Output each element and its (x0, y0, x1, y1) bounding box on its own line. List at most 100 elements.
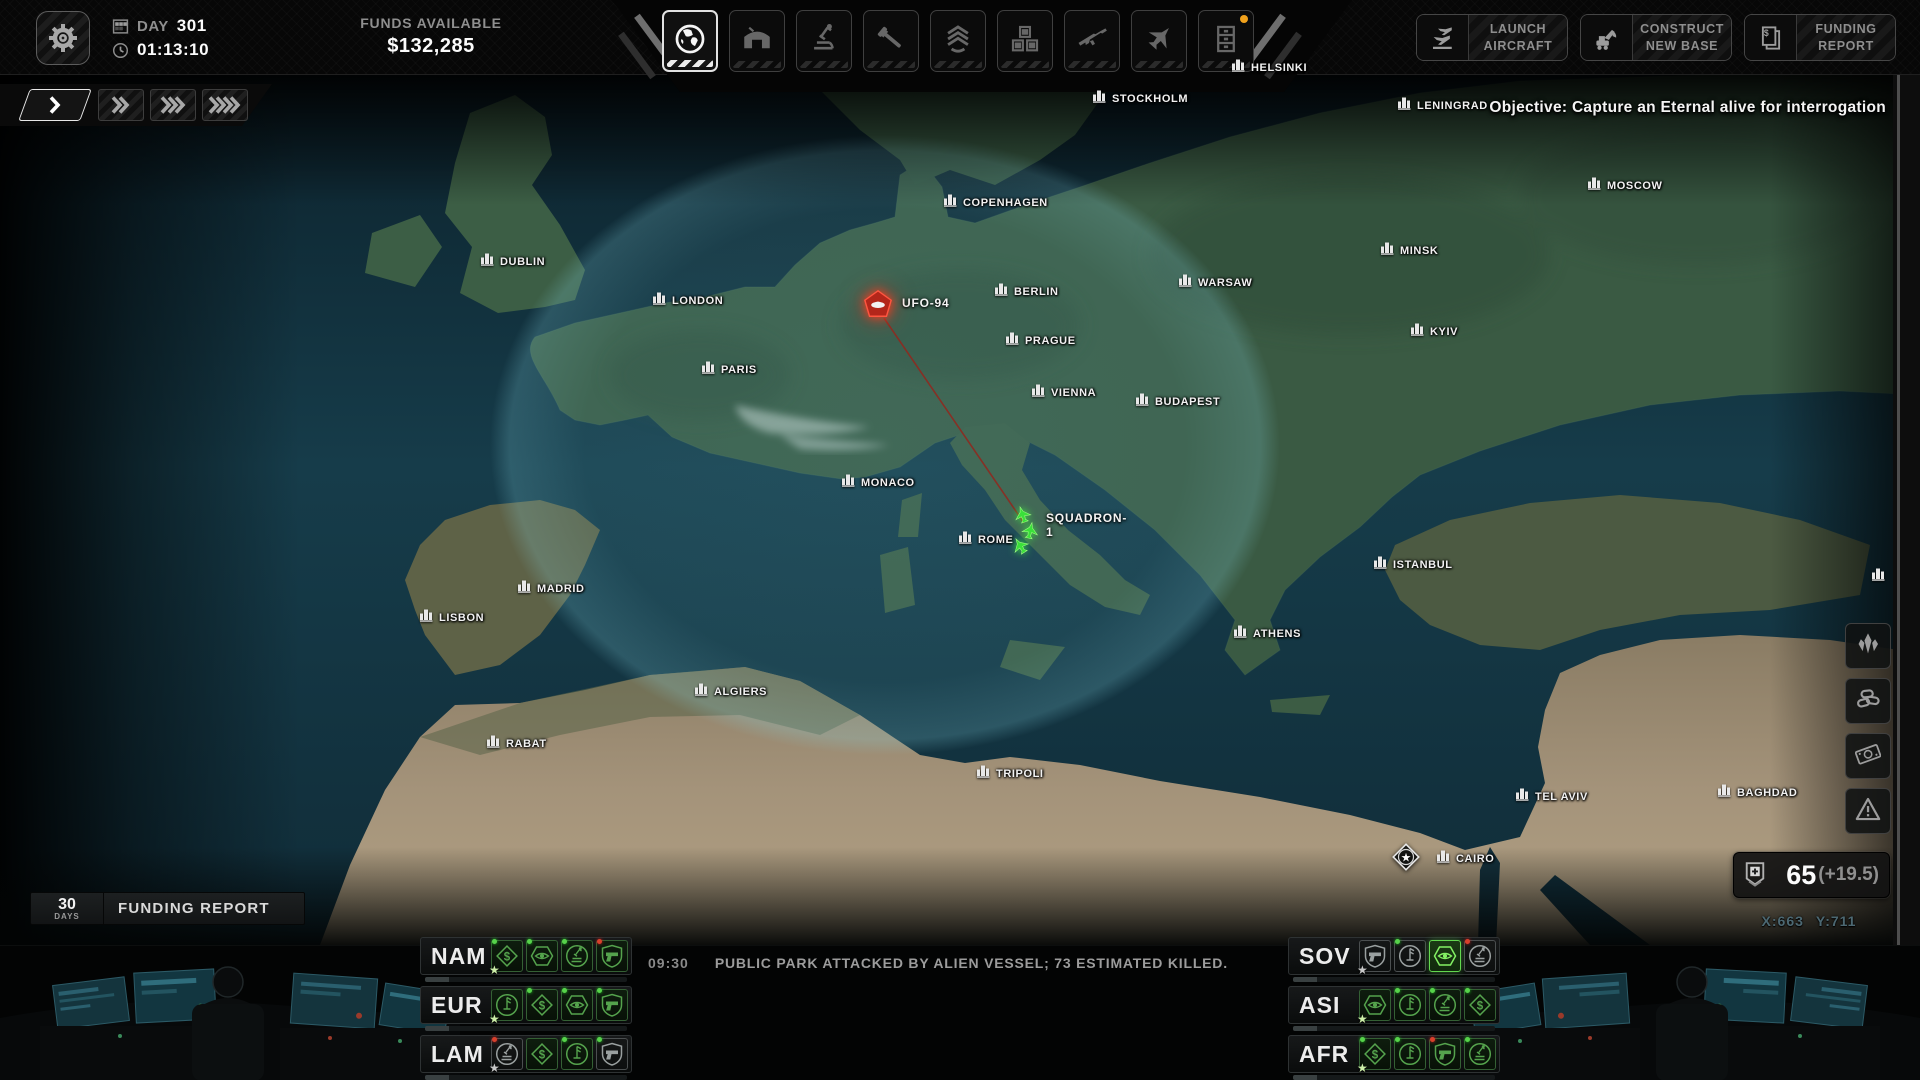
region-panel-right: SOV ★ ASI ★ $ AFR $ ★ (1288, 937, 1500, 1073)
ticker-message: PUBLIC PARK ATTACKED BY ALIEN VESSEL; 73… (715, 955, 1228, 971)
priority-star: ★ (1357, 964, 1368, 976)
launch-aircraft-label: LAUNCHAIRCRAFT (1469, 15, 1567, 60)
day-value: 301 (177, 16, 207, 36)
region-status-eye-tile: ★ (1359, 989, 1391, 1021)
tab-stripe (934, 61, 982, 68)
priority-star: ★ (1357, 1013, 1368, 1025)
geoscape-screen: STOCKHOLMHELSINKILENINGRADMOSCOWMINSKKYI… (0, 0, 1920, 1080)
region-status-dollar-tile: $ (526, 989, 558, 1021)
clock-icon (112, 42, 129, 59)
world-map[interactable]: STOCKHOLMHELSINKILENINGRADMOSCOWMINSKKYI… (0, 75, 1920, 945)
city-label: ATHENS (1253, 628, 1301, 640)
status-dot-green (1430, 988, 1435, 993)
svg-text:$: $ (504, 951, 511, 963)
city-icon (1032, 384, 1046, 402)
priority-star: ★ (1357, 1062, 1368, 1074)
city-icon (518, 580, 532, 598)
city-icon (995, 283, 1009, 301)
city-label: LENINGRAD (1417, 100, 1488, 112)
construct-new-base-button[interactable]: CONSTRUCTNEW BASE (1580, 14, 1732, 61)
ufo-label: UFO-94 (902, 296, 949, 310)
city-icon (977, 765, 991, 783)
city-marker-cairo: CAIRO (1437, 850, 1494, 868)
city-icon (959, 531, 973, 549)
region-row-lam[interactable]: LAM ★ $ (420, 1035, 632, 1073)
city-marker-madrid: MADRID (518, 580, 585, 598)
city-marker-algiers: ALGIERS (695, 683, 767, 701)
settings-button[interactable] (36, 11, 90, 65)
status-dot-green (1465, 1037, 1470, 1042)
city-label: LONDON (672, 295, 723, 307)
city-marker-tel-aviv: TEL AVIV (1516, 788, 1588, 806)
gear-icon (47, 22, 79, 54)
city-marker-stockholm: STOCKHOLM (1093, 90, 1188, 108)
city-icon (944, 194, 958, 212)
chevron-icon (48, 95, 63, 115)
tab-stripe (733, 61, 781, 68)
module-tab-base[interactable] (729, 10, 785, 72)
module-nav (662, 10, 1254, 72)
geoscape-icon (673, 22, 707, 61)
archives-icon (1209, 22, 1243, 61)
time-speed-1-button[interactable] (18, 89, 92, 121)
city-label: TEL AVIV (1535, 791, 1588, 803)
region-status-gun-tile (1429, 1038, 1461, 1070)
time-speed-3-button[interactable] (150, 89, 196, 121)
city-marker-tripoli: TRIPOLI (977, 765, 1044, 783)
tab-stripe (867, 61, 915, 68)
region-code: AFR (1299, 1041, 1359, 1068)
module-tab-aircraft[interactable] (1131, 10, 1187, 72)
city-icon (1381, 242, 1395, 260)
priority-star: ★ (489, 964, 500, 976)
module-tab-personnel[interactable] (930, 10, 986, 72)
city-label: MONACO (861, 477, 915, 489)
status-dot-green (562, 1037, 567, 1042)
region-status-tool-tile (561, 1038, 593, 1070)
svg-text:$: $ (539, 1049, 546, 1061)
city-icon (1006, 332, 1020, 350)
calendar-icon (112, 18, 129, 35)
module-tab-engineering[interactable] (863, 10, 919, 72)
city-icon (1411, 323, 1425, 341)
construct-icon (1581, 15, 1633, 60)
region-code: SOV (1299, 943, 1359, 970)
city-label: VIENNA (1051, 387, 1096, 399)
personnel-icon (941, 22, 975, 61)
region-status-research-tile: ★ (491, 1038, 523, 1070)
city-marker-istanbul: ISTANBUL (1374, 556, 1453, 574)
city-icon (695, 683, 709, 701)
city-label: MADRID (537, 583, 585, 595)
region-row-asi[interactable]: ASI ★ $ (1288, 986, 1500, 1024)
chevron-icon (110, 95, 132, 115)
city-icon (1398, 97, 1412, 115)
city-icon (653, 292, 667, 310)
module-tab-armory[interactable] (1064, 10, 1120, 72)
region-row-eur[interactable]: EUR ★ $ (420, 986, 632, 1024)
region-status-tool-tile: ★ (491, 989, 523, 1021)
base-icon (740, 22, 774, 61)
launch-aircraft-button[interactable]: LAUNCHAIRCRAFT (1416, 14, 1568, 61)
priority-star: ★ (489, 1062, 500, 1074)
city-label: WARSAW (1198, 277, 1252, 289)
time-speed-4-button[interactable] (202, 89, 248, 121)
notification-dot (1240, 15, 1248, 23)
tab-stripe (1068, 61, 1116, 68)
city-icon (842, 474, 856, 492)
module-tab-research[interactable] (796, 10, 852, 72)
construct-new-base-label: CONSTRUCTNEW BASE (1633, 15, 1731, 60)
city-icon (1718, 784, 1732, 802)
svg-text:$: $ (1372, 1049, 1379, 1061)
module-tab-geoscape[interactable] (662, 10, 718, 72)
base-marker[interactable]: ★ (1389, 840, 1423, 879)
funding-report-button[interactable]: $ FUNDINGREPORT (1744, 14, 1896, 61)
ufo-marker[interactable]: UFO-94 (862, 288, 949, 320)
module-tab-stores[interactable] (997, 10, 1053, 72)
city-label: COPENHAGEN (963, 197, 1048, 209)
city-icon (702, 361, 716, 379)
time-speed-2-button[interactable] (98, 89, 144, 121)
armory-icon (1075, 22, 1109, 61)
region-row-afr[interactable]: AFR $ ★ (1288, 1035, 1500, 1073)
day-label: DAY (137, 18, 169, 35)
city-label: DUBLIN (500, 256, 545, 268)
city-marker (1872, 568, 1886, 586)
